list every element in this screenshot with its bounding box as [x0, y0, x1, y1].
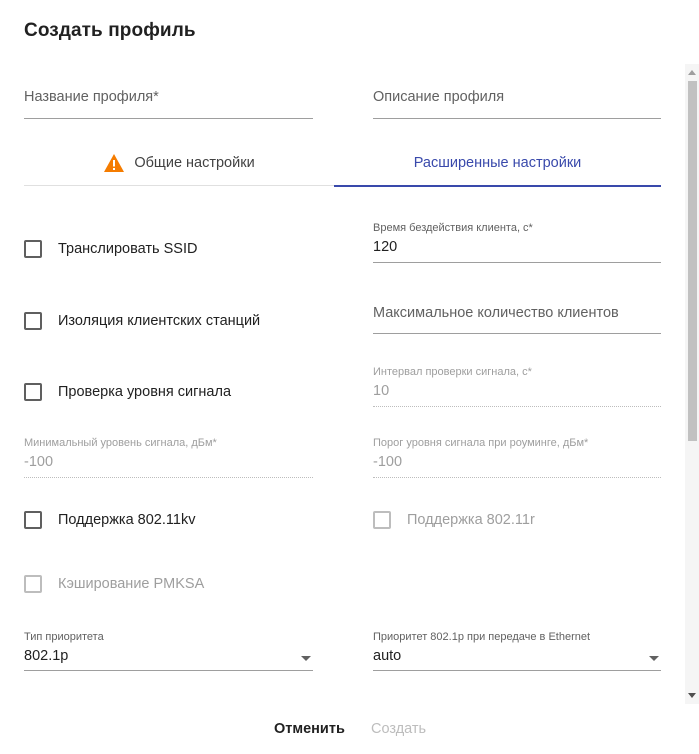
cancel-button[interactable]: Отменить — [274, 721, 345, 737]
signal-check-interval-field: Интервал проверки сигнала, с* 10 — [373, 366, 661, 407]
client-idle-time-value: 120 — [373, 239, 398, 255]
min-signal-level-field: Минимальный уровень сигнала, дБм* -100 — [24, 437, 313, 478]
priority-8021p-ethernet-label: Приоритет 802.1p при передаче в Ethernet — [373, 631, 591, 643]
scroll-thumb[interactable] — [688, 81, 697, 441]
create-profile-dialog: Создать профиль Название профиля* Описан… — [0, 0, 699, 754]
broadcast-ssid-option[interactable]: Транслировать SSID — [24, 240, 197, 258]
roaming-signal-threshold-field: Порог уровня сигнала при роуминге, дБм* … — [373, 437, 661, 478]
client-isolation-checkbox[interactable] — [24, 312, 42, 330]
min-signal-level-value: -100 — [24, 454, 54, 470]
support-80211kv-checkbox[interactable] — [24, 511, 42, 529]
dialog-content: Название профиля* Описание профиля Общие… — [0, 64, 685, 704]
support-80211r-label: Поддержка 802.11r — [407, 512, 535, 528]
signal-check-label: Проверка уровня сигнала — [58, 384, 232, 400]
scroll-up-arrow-icon[interactable] — [688, 70, 696, 75]
priority-8021p-ethernet-select[interactable]: Приоритет 802.1p при передаче в Ethernet… — [373, 631, 661, 671]
broadcast-ssid-label: Транслировать SSID — [58, 241, 198, 257]
profile-name-placeholder: Название профиля* — [24, 89, 159, 105]
signal-check-interval-label: Интервал проверки сигнала, с* — [373, 366, 532, 378]
priority-type-label: Тип приоритета — [24, 631, 104, 643]
create-button[interactable]: Создать — [371, 721, 426, 737]
active-tab-indicator — [334, 185, 661, 187]
support-80211r-checkbox — [373, 511, 391, 529]
client-idle-time-field[interactable]: Время бездействия клиента, с* 120 — [373, 222, 661, 263]
tab-general-settings[interactable]: Общие настройки — [24, 140, 334, 185]
pmksa-caching-label: Кэширование PMKSA — [58, 576, 205, 592]
settings-tabs: Общие настройки Расширенные настройки — [24, 140, 661, 187]
max-clients-field[interactable]: Максимальное количество клиентов — [373, 296, 661, 334]
client-idle-time-label: Время бездействия клиента, с* — [373, 222, 533, 234]
scroll-down-arrow-icon[interactable] — [688, 693, 696, 698]
broadcast-ssid-checkbox[interactable] — [24, 240, 42, 258]
dropdown-arrow-icon — [649, 656, 659, 661]
profile-description-placeholder: Описание профиля — [373, 89, 505, 105]
tab-advanced-settings[interactable]: Расширенные настройки — [334, 140, 661, 185]
support-80211r-option: Поддержка 802.11r — [373, 511, 535, 529]
tab-advanced-settings-label: Расширенные настройки — [413, 154, 582, 171]
priority-type-select[interactable]: Тип приоритета 802.1p — [24, 631, 313, 671]
signal-check-option[interactable]: Проверка уровня сигнала — [24, 383, 231, 401]
dialog-title: Создать профиль — [24, 20, 196, 41]
signal-check-checkbox[interactable] — [24, 383, 42, 401]
priority-type-value: 802.1p — [24, 648, 69, 664]
client-isolation-option[interactable]: Изоляция клиентских станций — [24, 312, 260, 330]
support-80211kv-label: Поддержка 802.11kv — [58, 512, 196, 528]
support-80211kv-option[interactable]: Поддержка 802.11kv — [24, 511, 195, 529]
profile-name-field[interactable]: Название профиля* — [24, 80, 313, 119]
signal-check-interval-value: 10 — [373, 383, 390, 399]
max-clients-placeholder: Максимальное количество клиентов — [373, 305, 619, 321]
tab-general-settings-label: Общие настройки — [134, 154, 255, 171]
warning-icon — [103, 153, 125, 173]
priority-8021p-ethernet-value: auto — [373, 648, 402, 664]
dialog-actions: Отменить Создать — [0, 704, 699, 754]
pmksa-caching-option: Кэширование PMKSA — [24, 575, 204, 593]
dropdown-arrow-icon — [301, 656, 311, 661]
pmksa-caching-checkbox — [24, 575, 42, 593]
roaming-signal-threshold-label: Порог уровня сигнала при роуминге, дБм* — [373, 437, 589, 449]
roaming-signal-threshold-value: -100 — [373, 454, 403, 470]
min-signal-level-label: Минимальный уровень сигнала, дБм* — [24, 437, 217, 449]
content-scrollbar[interactable] — [685, 64, 699, 704]
profile-description-field[interactable]: Описание профиля — [373, 80, 661, 119]
client-isolation-label: Изоляция клиентских станций — [58, 313, 261, 329]
